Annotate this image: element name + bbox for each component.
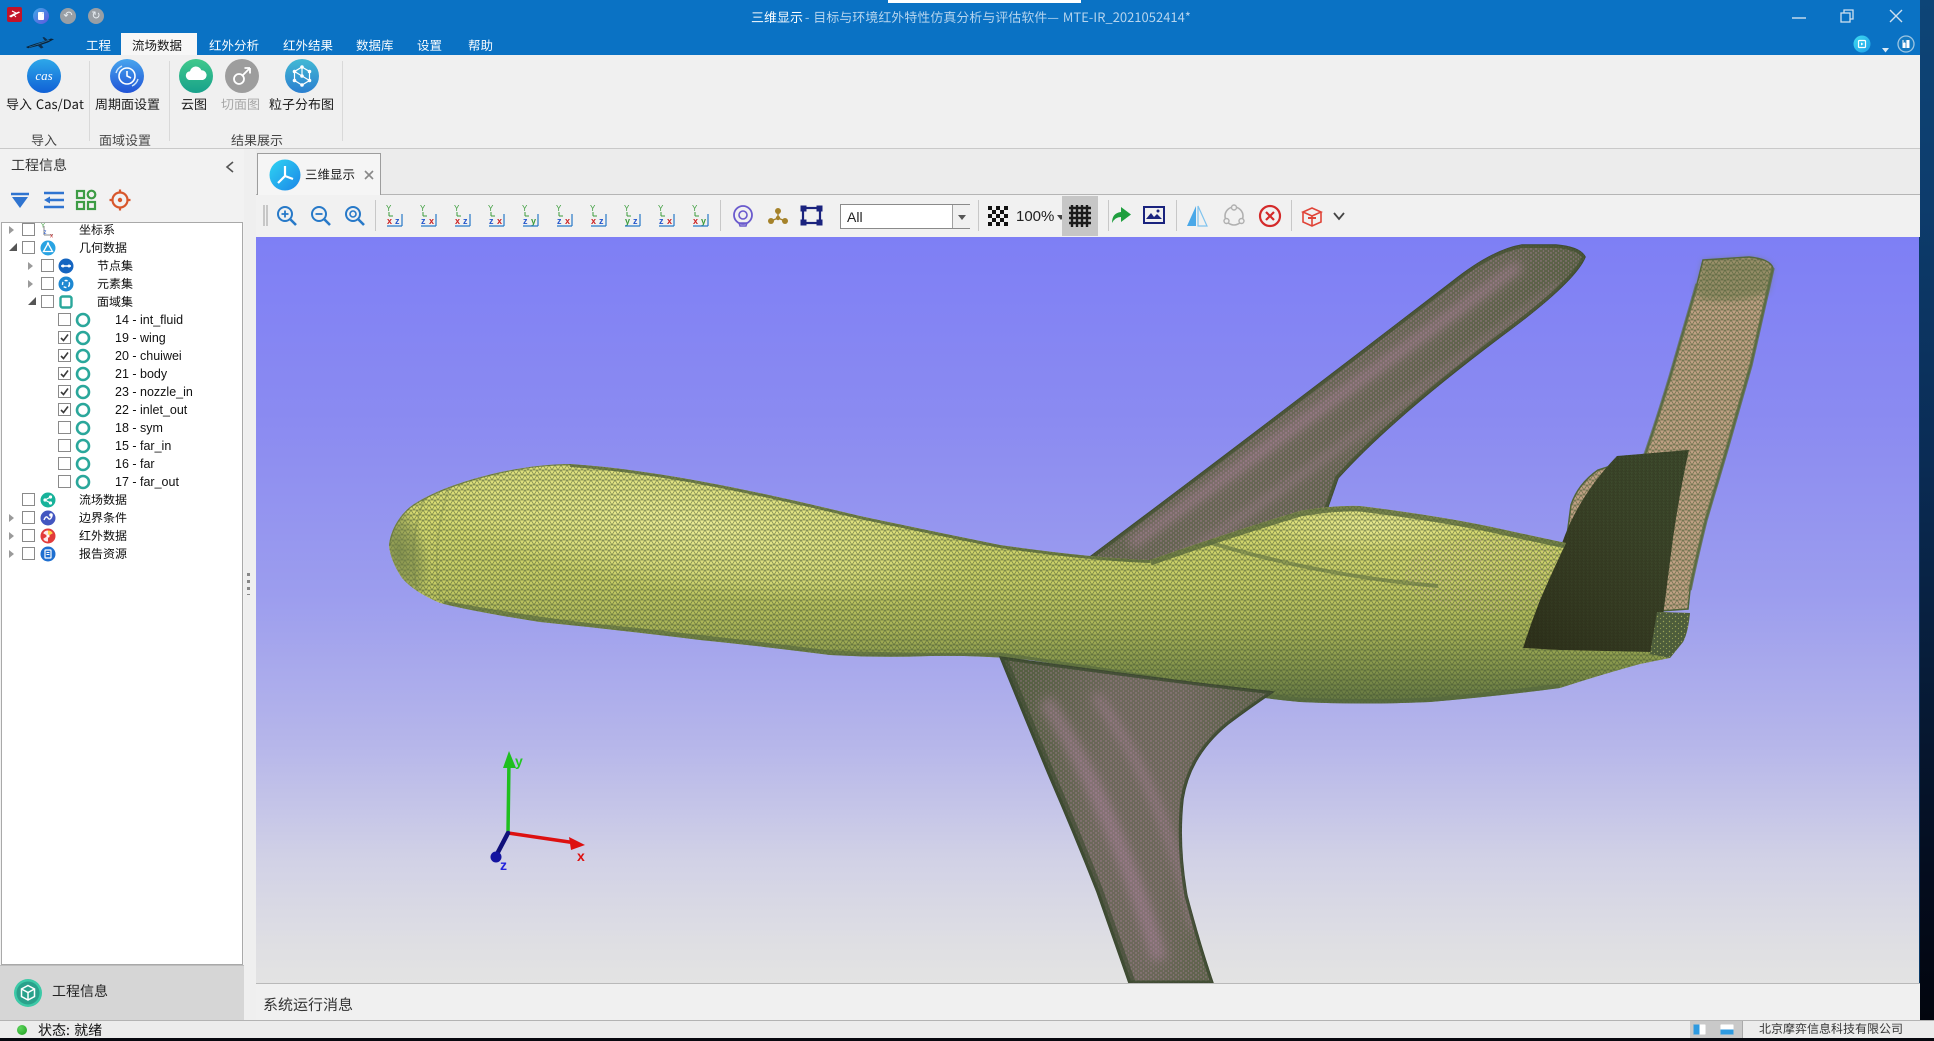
- svg-text:Y: Y: [522, 204, 528, 213]
- svg-text:z: z: [421, 216, 426, 226]
- svg-text:z: z: [44, 230, 47, 236]
- svg-text:x: x: [455, 216, 460, 226]
- svg-text:Y: Y: [692, 204, 698, 213]
- svg-text:Y: Y: [658, 204, 664, 213]
- svg-text:z: z: [500, 857, 507, 873]
- svg-text:x: x: [429, 216, 434, 226]
- svg-text:z: z: [523, 216, 528, 226]
- svg-text:z: z: [489, 216, 494, 226]
- svg-text:x: x: [577, 848, 585, 864]
- svg-text:z: z: [599, 216, 604, 226]
- svg-text:Y: Y: [488, 204, 494, 213]
- svg-text:z: z: [557, 216, 562, 226]
- svg-text:z: z: [395, 216, 400, 226]
- svg-text:z: z: [463, 216, 468, 226]
- svg-text:Y: Y: [454, 204, 460, 213]
- svg-text:x: x: [565, 216, 570, 226]
- svg-text:cas: cas: [35, 68, 52, 83]
- svg-text:x: x: [497, 216, 502, 226]
- svg-text:x: x: [50, 234, 53, 239]
- svg-text:x: x: [387, 216, 392, 226]
- svg-text:Y: Y: [590, 204, 596, 213]
- svg-text:x: x: [693, 216, 698, 226]
- svg-text:Y: Y: [41, 224, 45, 230]
- svg-text:Y: Y: [420, 204, 426, 213]
- svg-text:z: z: [659, 216, 664, 226]
- svg-text:x: x: [667, 216, 672, 226]
- svg-text:y: y: [625, 216, 630, 226]
- svg-text:y: y: [531, 216, 536, 226]
- svg-text:Y: Y: [624, 204, 630, 213]
- svg-text:z: z: [633, 216, 638, 226]
- svg-text:x: x: [591, 216, 596, 226]
- svg-text:Y: Y: [386, 204, 392, 213]
- svg-text:y: y: [515, 753, 523, 769]
- svg-text:Y: Y: [556, 204, 562, 213]
- svg-text:y: y: [701, 216, 706, 226]
